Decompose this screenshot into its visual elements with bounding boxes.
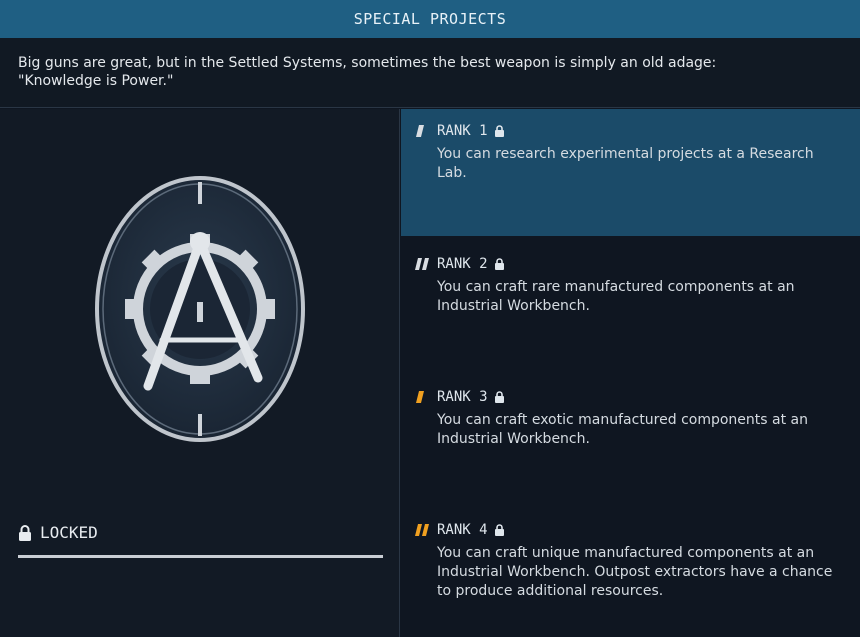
locked-status: LOCKED <box>18 523 98 542</box>
rank-list: RANK 1 You can research experimental pro… <box>401 109 860 637</box>
rank-4-entry[interactable]: RANK 4 You can craft unique manufactured… <box>401 508 860 637</box>
rank-1-lock-icon <box>494 125 504 137</box>
description-line-2: "Knowledge is Power." <box>18 73 174 89</box>
rank-1-label: RANK 1 <box>437 123 488 139</box>
description-line-1: Big guns are great, but in the Settled S… <box>18 55 717 71</box>
rank-3-lock-icon <box>494 391 504 403</box>
rank-2-entry[interactable]: RANK 2 You can craft rare manufactured c… <box>401 242 860 374</box>
rank-1-pip-icon <box>416 125 424 137</box>
rank-3-entry[interactable]: RANK 3 You can craft exotic manufactured… <box>401 375 860 507</box>
skill-title: SPECIAL PROJECTS <box>353 10 507 28</box>
rank-4-description: You can craft unique manufactured compon… <box>437 545 833 599</box>
skill-badge-panel: LOCKED <box>0 109 400 637</box>
rank-3-label: RANK 3 <box>437 389 488 405</box>
rank-3-pip-icon <box>416 391 424 403</box>
rank-2-label: RANK 2 <box>437 256 488 272</box>
skill-title-bar: SPECIAL PROJECTS <box>0 0 860 38</box>
lock-icon <box>19 524 31 541</box>
rank-1-entry[interactable]: RANK 1 You can research experimental pro… <box>401 109 860 236</box>
rank-4-label: RANK 4 <box>437 522 488 538</box>
rank-4-lock-icon <box>494 524 504 536</box>
special-projects-emblem-icon <box>95 176 305 442</box>
skill-description: Big guns are great, but in the Settled S… <box>0 38 860 108</box>
rank-2-pip-icon <box>415 258 429 270</box>
locked-label: LOCKED <box>40 523 98 542</box>
rank-4-pip-icon <box>415 524 429 536</box>
rank-3-description: You can craft exotic manufactured compon… <box>437 412 808 447</box>
rank-2-lock-icon <box>494 258 504 270</box>
rank-2-description: You can craft rare manufactured componen… <box>437 279 795 314</box>
rank-1-description: You can research experimental projects a… <box>437 146 814 181</box>
rank-progress-bar <box>18 555 383 558</box>
